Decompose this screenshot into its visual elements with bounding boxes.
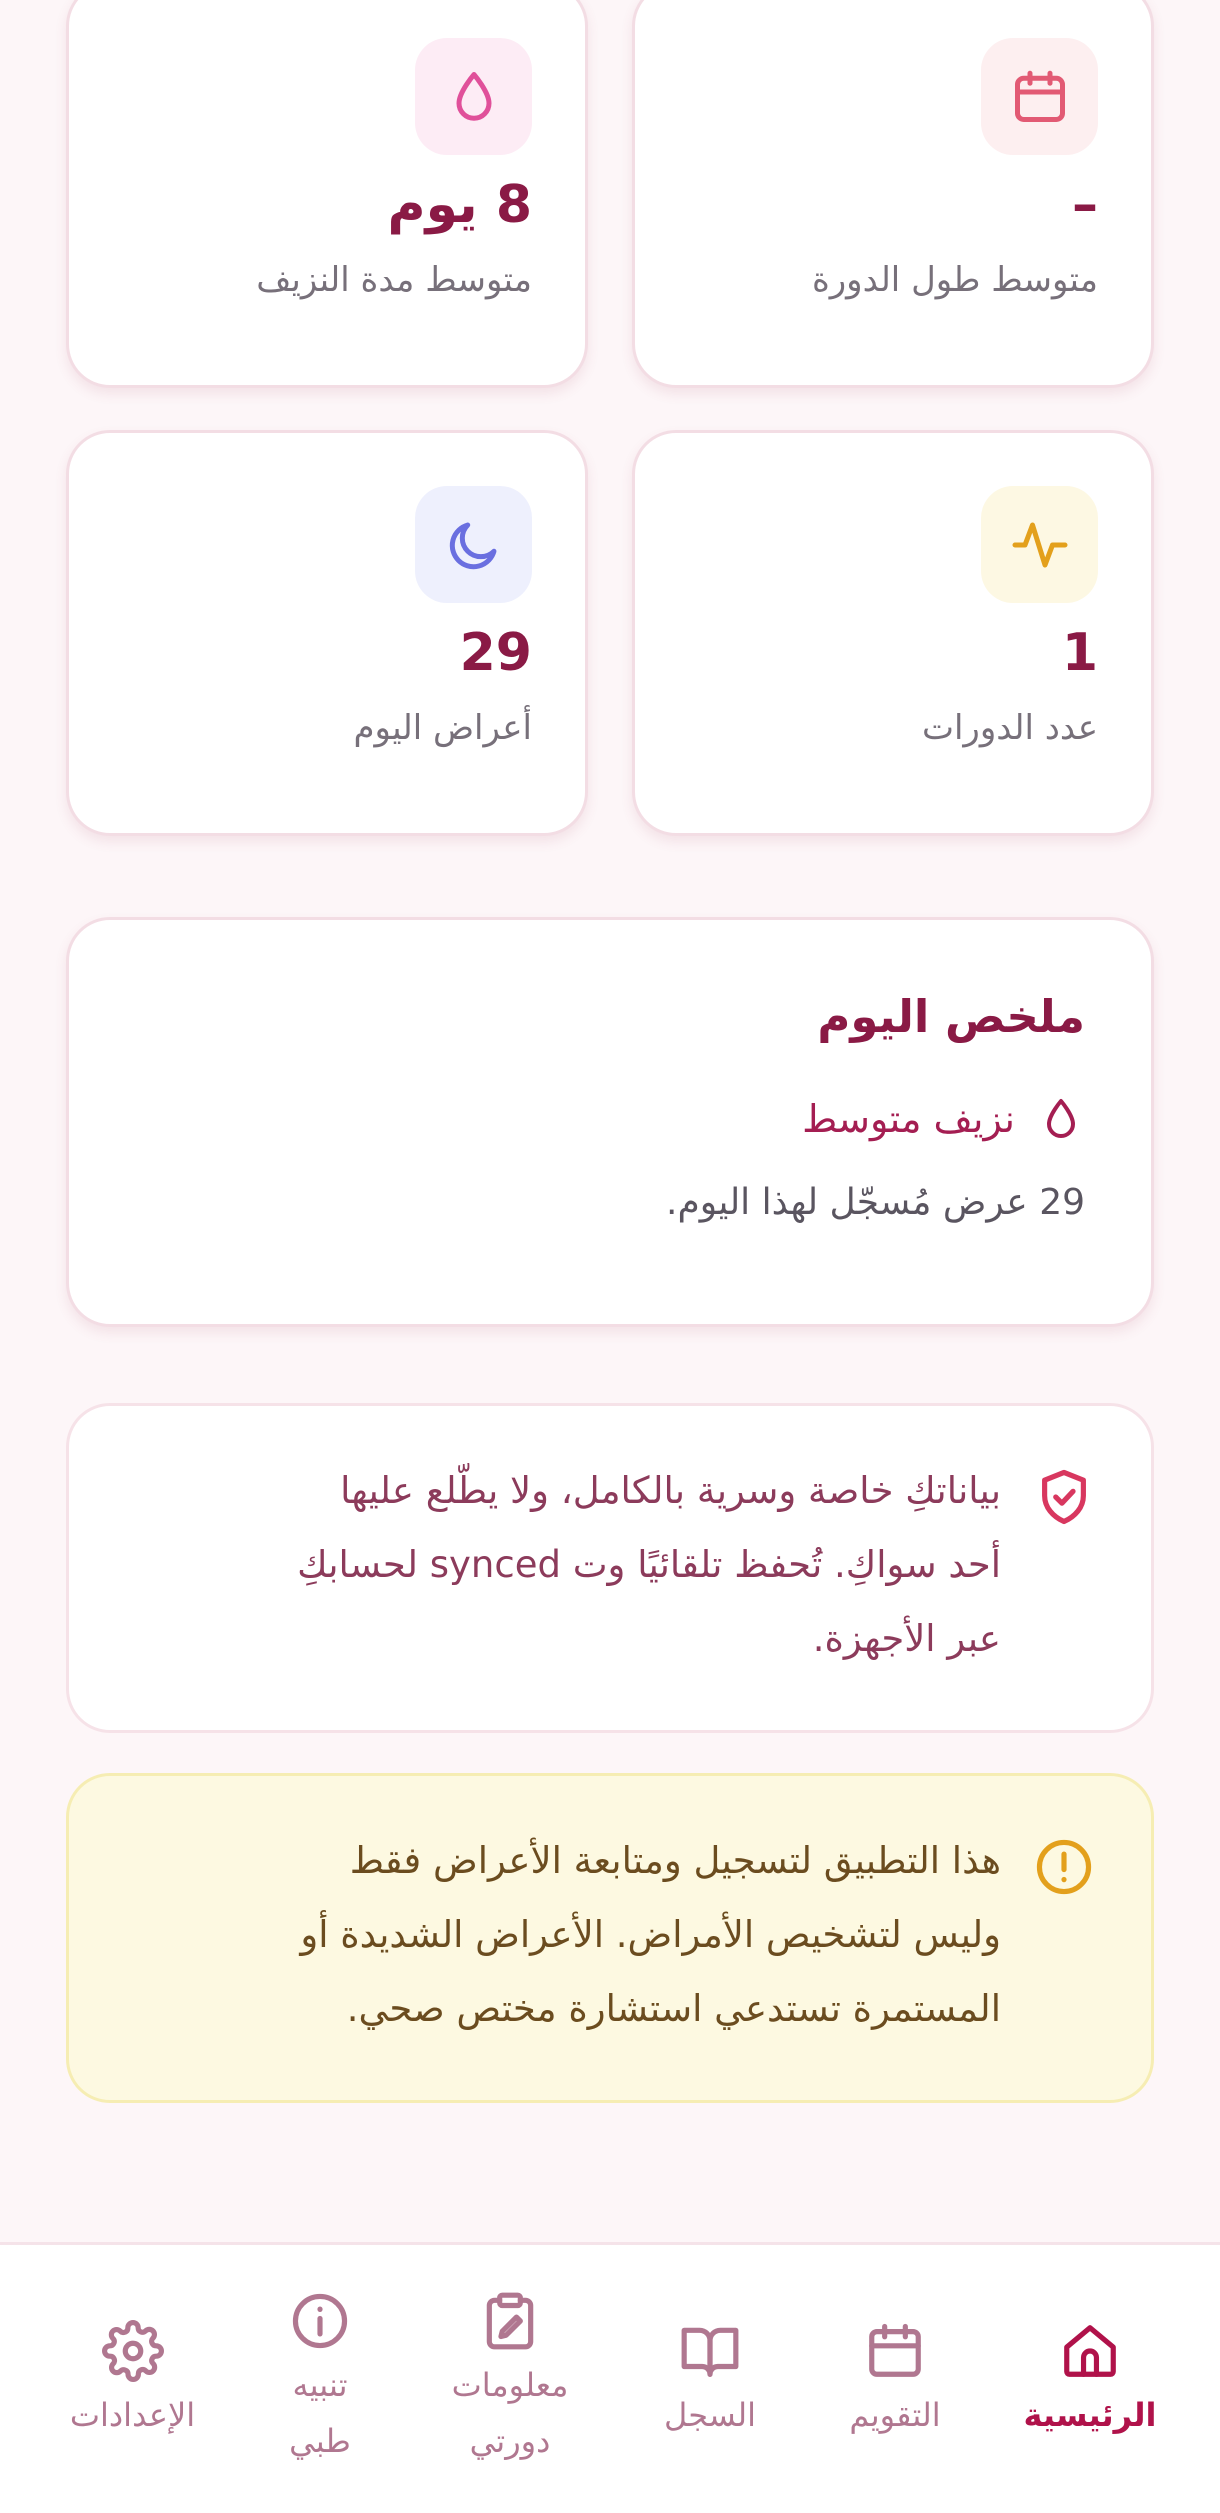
- symptom-count-text: 29 عرض مُسجّل لهذا اليوم.: [666, 1182, 1085, 1223]
- cycles-count-value: 1: [1061, 623, 1098, 683]
- nav-label-cycle-info-1: معلومات: [451, 2366, 569, 2404]
- activity-icon: [1012, 522, 1067, 567]
- disclaimer-line-2: وليس لتشخيص الأمراض. الأعراض الشديدة أو: [300, 1913, 1001, 1956]
- nav-label-medical-1: تنبيه: [292, 2366, 348, 2404]
- avg-cycle-value: –: [1072, 175, 1098, 235]
- flow-row: نزيف متوسط: [802, 1095, 1085, 1143]
- flow-level-text: نزيف متوسط: [802, 1097, 1015, 1141]
- nav-label-log: السجل: [663, 2396, 757, 2434]
- symptoms-today-label: أعراض اليوم: [353, 708, 532, 748]
- nav-item-cycle-info[interactable]: معلومات دورتي: [440, 2245, 580, 2513]
- info-icon: [292, 2293, 348, 2349]
- avg-bleeding-value: 8 يوم: [387, 175, 532, 235]
- stat-card-symptoms-today: 29 أعراض اليوم: [66, 430, 588, 836]
- avg-cycle-label: متوسط طول الدورة: [811, 260, 1098, 300]
- moon-icon-box: [415, 486, 532, 603]
- stat-card-cycles-count: 1 عدد الدورات: [632, 430, 1154, 836]
- privacy-line-1: بياناتكِ خاصة وسرية بالكامل، ولا يطّلع ع…: [340, 1469, 1001, 1512]
- nav-item-calendar[interactable]: التقويم: [830, 2245, 960, 2513]
- nav-item-home[interactable]: الرئيسية: [1010, 2245, 1170, 2513]
- calendar-icon: [869, 2323, 921, 2377]
- nav-label-settings: الإعدادات: [69, 2396, 196, 2434]
- drop-icon: [456, 71, 491, 121]
- alert-circle-icon: [1036, 1839, 1092, 1895]
- stat-card-avg-cycle: – متوسط طول الدورة: [632, 0, 1154, 388]
- gear-icon: [102, 2320, 164, 2382]
- drop-icon-box: [415, 38, 532, 155]
- drop-icon: [1047, 1099, 1075, 1138]
- clipboard-edit-icon: [486, 2292, 534, 2350]
- calendar-icon-box: [981, 38, 1098, 155]
- avg-bleeding-label: متوسط مدة النزيف: [256, 260, 532, 300]
- symptoms-today-value: 29: [459, 623, 532, 683]
- medical-disclaimer: هذا التطبيق لتسجيل ومتابعة الأعراض فقط و…: [66, 1773, 1154, 2103]
- privacy-text: بياناتكِ خاصة وسرية بالكامل، ولا يطّلع ع…: [121, 1454, 1001, 1676]
- disclaimer-line-3: المستمرة تستدعي استشارة مختص صحي.: [346, 1987, 1001, 2030]
- shield-check-icon: [1042, 1469, 1086, 1525]
- stat-card-avg-bleeding: 8 يوم متوسط مدة النزيف: [66, 0, 588, 388]
- activity-icon-box: [981, 486, 1098, 603]
- nav-item-settings[interactable]: الإعدادات: [50, 2245, 215, 2513]
- page: – متوسط طول الدورة 8 يوم متوسط مدة النزي…: [0, 0, 1220, 2513]
- calendar-icon: [1014, 70, 1065, 122]
- nav-label-medical-2: طبي: [289, 2422, 351, 2460]
- cycles-count-label: عدد الدورات: [921, 708, 1098, 748]
- nav-label-cycle-info-2: دورتي: [469, 2422, 551, 2460]
- moon-icon: [449, 522, 496, 569]
- privacy-line-3: عبر الأجهزة.: [812, 1617, 1001, 1660]
- nav-item-log[interactable]: السجل: [645, 2245, 775, 2513]
- nav-label-home: الرئيسية: [1023, 2396, 1157, 2434]
- nav-label-calendar: التقويم: [849, 2396, 941, 2434]
- today-summary-card: ملخص اليوم نزيف متوسط 29 عرض مُسجّل لهذا…: [66, 917, 1154, 1327]
- disclaimer-line-1: هذا التطبيق لتسجيل ومتابعة الأعراض فقط: [349, 1839, 1001, 1882]
- book-open-icon: [681, 2327, 739, 2377]
- privacy-line-2: أحد سواكِ. تُحفظ تلقائيًا وت synced لحسا…: [297, 1543, 1001, 1586]
- home-icon: [1064, 2325, 1116, 2377]
- bottom-navigation: الرئيسية التقويم السجل معلومات دورتي تنب…: [0, 2242, 1220, 2513]
- disclaimer-text: هذا التطبيق لتسجيل ومتابعة الأعراض فقط و…: [121, 1824, 1001, 2046]
- nav-item-medical-alert[interactable]: تنبيه طبي: [265, 2245, 375, 2513]
- privacy-notice: بياناتكِ خاصة وسرية بالكامل، ولا يطّلع ع…: [66, 1403, 1154, 1733]
- summary-title: ملخص اليوم: [817, 990, 1085, 1043]
